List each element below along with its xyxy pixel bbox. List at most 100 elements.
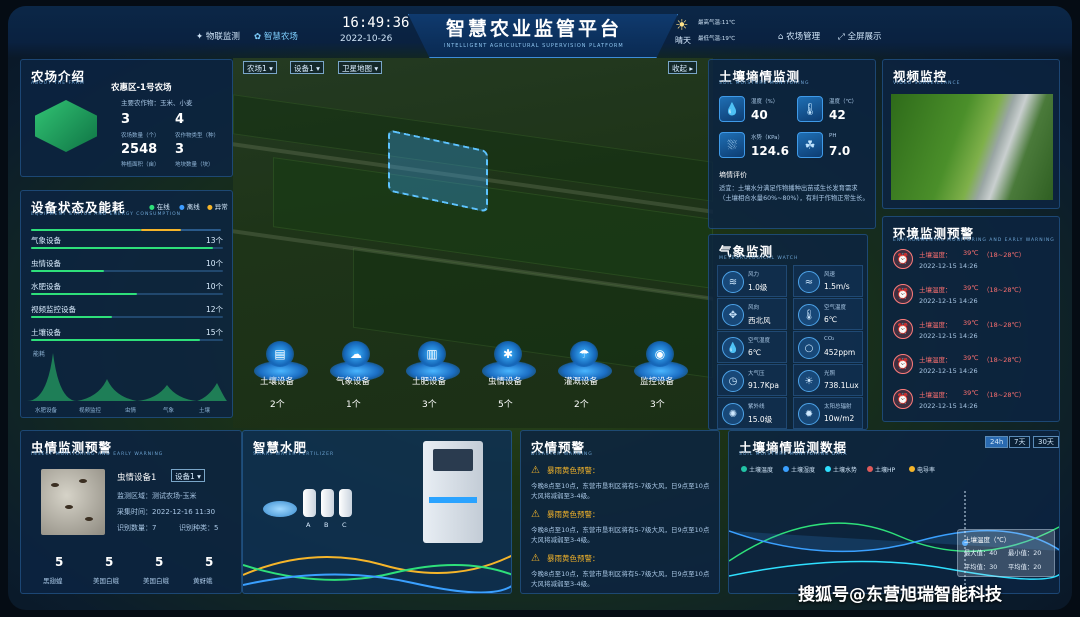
pressure-icon: ◷: [722, 370, 744, 392]
weather-metric-value: 452ppm: [824, 348, 856, 357]
map-device-fertilizer[interactable]: ▥ 土肥设备 3个: [406, 341, 460, 410]
legend-swatch: [867, 466, 873, 472]
weather-metric-value: 738.1Lux: [824, 381, 859, 390]
weather-metric: ≋ 风力 1.0级: [717, 265, 787, 297]
pest-photo[interactable]: [41, 469, 105, 535]
device-status-row[interactable]: 水肥设备 10个: [31, 281, 223, 301]
legend-item[interactable]: 土壤HP: [867, 465, 895, 474]
alert-level: 暴雨黄色预警：: [547, 510, 600, 519]
collapse-button[interactable]: 收起 ▸: [668, 61, 698, 74]
legend-online: ● 在线: [149, 203, 170, 211]
legend-swatch: [783, 466, 789, 472]
weather-metric-label: 风力: [748, 272, 760, 278]
farm-select[interactable]: 农场1 ▾: [243, 61, 277, 74]
humidity-icon: 💧: [722, 337, 744, 359]
clock-date: 2022-10-26: [340, 34, 393, 44]
nav-smart-farm[interactable]: ✿ 智慧农场: [254, 30, 298, 42]
weather-metric: 💧 空气湿度 6℃: [717, 331, 787, 363]
device-count: 13个: [205, 236, 223, 245]
fertilizer-machine[interactable]: [423, 441, 483, 543]
nav-iot-monitor[interactable]: ✦ 物联监测: [196, 30, 240, 42]
alert-text: 今晚8点至10点，东营市垦利区将有5-7级大风，日9点至10点大风将减弱至3-4…: [531, 482, 710, 500]
device-status-row[interactable]: 视频监控设备 12个: [31, 304, 223, 324]
weather-label: 晴天: [675, 36, 691, 45]
legend-label: 土壤水势: [833, 467, 858, 474]
dashboard: ✦ 物联监测 ✿ 智慧农场 16:49:36 2022-10-26 智慧农业监管…: [8, 6, 1072, 610]
legend-item[interactable]: 电导率: [909, 465, 935, 474]
tank-c: [339, 489, 352, 517]
tab-7d[interactable]: 7天: [1009, 436, 1031, 448]
tank-b: [321, 489, 334, 517]
radiation-icon: ✹: [798, 403, 820, 425]
pest-label: 黄蚜蛾: [193, 577, 213, 585]
nav-fullscreen[interactable]: ⤢ 全屏展示: [838, 30, 882, 42]
video-feed[interactable]: [891, 94, 1053, 200]
map-device-camera[interactable]: ◉ 监控设备 3个: [634, 341, 688, 410]
ph-icon: ☘: [797, 132, 823, 158]
device-status-row[interactable]: 虫情设备 10个: [31, 258, 223, 278]
map-device-insect[interactable]: ✱ 虫情设备 5个: [482, 341, 536, 410]
weather-metric-value: 1.5m/s: [824, 282, 850, 291]
device-count: 10个: [205, 282, 223, 291]
weather-metric: ◷ 大气压 91.7Kpa: [717, 364, 787, 396]
legend-error: ● 异常: [207, 203, 228, 211]
legend-item[interactable]: 土壤湿度: [783, 465, 815, 474]
clock-time: 16:49:36: [342, 15, 410, 31]
env-alert-range: （18~28℃）: [983, 321, 1026, 329]
device-select[interactable]: 设备1 ▾: [290, 61, 324, 74]
compass-icon: ✥: [722, 304, 744, 326]
soil-data-panel: 土壤墒情监测数据 SOIL MOISTURE MONITORING DATA 2…: [728, 430, 1060, 594]
map-type-select[interactable]: 卫星地图 ▾: [338, 61, 383, 74]
device-status-row[interactable]: 气象设备 13个: [31, 235, 223, 255]
farm-3d-icon: [35, 100, 97, 152]
legend-item[interactable]: 土壤温度: [741, 465, 773, 474]
alert-level: 暴雨黄色预警：: [547, 466, 600, 475]
legend-label: 电导率: [917, 467, 936, 474]
device-progress-fill: [31, 293, 137, 295]
device-name: 水肥设备: [31, 282, 61, 291]
map-device-soil[interactable]: ▤ 土壤设备 2个: [254, 341, 308, 410]
map-device-irrigation[interactable]: ☂ 灌溉设备 2个: [558, 341, 612, 410]
weather-metric-label: 太阳总辐射: [824, 404, 852, 410]
pest-monitor-panel: 虫情监测预警 INSECT MONITORING AND EARLY WARNI…: [20, 430, 242, 594]
map-device-weather[interactable]: ☁ 气象设备 1个: [330, 341, 384, 410]
device-count: 15个: [205, 328, 223, 337]
legend-item[interactable]: 土壤水势: [825, 465, 857, 474]
alarm-icon: ⏰: [893, 319, 913, 339]
fertilizer-waves: [243, 554, 511, 593]
env-alert-value: 39℃: [963, 284, 979, 292]
env-alert-date: 2022-12-15 14:26: [919, 402, 978, 410]
water-basin: [263, 501, 297, 517]
nav-farm-manage[interactable]: ⌂ 农场管理: [778, 30, 820, 42]
env-alert-range: （18~28℃）: [983, 251, 1026, 259]
pest-device-select[interactable]: 设备1 ▾: [171, 469, 205, 482]
legend-label: 土壤湿度: [791, 467, 816, 474]
uv-icon: ✺: [722, 403, 744, 425]
device-status-row[interactable]: 土壤设备 15个: [31, 327, 223, 347]
alert-text: 今晚8点至10点，东营市垦利区将有5-7级大风，日9点至10点大风将减弱至3-4…: [531, 526, 710, 544]
weather-metric: ○ CO₂ 452ppm: [793, 331, 863, 363]
pest-count: 5: [205, 555, 214, 569]
soil-icon: ▤: [266, 341, 294, 367]
alarm-icon: ⏰: [893, 249, 913, 269]
legend-label: 土壤温度: [749, 467, 774, 474]
alarm-icon: ⏰: [893, 354, 913, 374]
fertilizer-panel: 智慧水肥 SMART WATER FERTILIZER A B C: [242, 430, 512, 594]
soil-panel: 土壤墒情监测 SOIL MOISTURE MONITORING 💧 湿度（%） …: [708, 59, 876, 229]
env-alert-date: 2022-12-15 14:26: [919, 297, 978, 305]
warning-icon: ⚠: [531, 509, 540, 520]
tab-24h[interactable]: 24h: [985, 436, 1009, 448]
weather-metric-label: 光照: [824, 371, 836, 377]
warning-icon: ⚠: [531, 465, 540, 476]
weather-metric-value: 15.0级: [748, 415, 773, 424]
env-alert-label: 土壤温度：: [919, 391, 952, 399]
water-potential-icon: ⛆: [719, 132, 745, 158]
legend-offline: ● 离线: [179, 203, 200, 211]
env-alert-label: 土壤温度：: [919, 251, 952, 259]
device-status-panel: 设备状态及能耗 EQUIPMENT STATUS AND ENERGY CONS…: [20, 190, 233, 418]
pest-label: 美国白蛾: [93, 577, 119, 585]
farm-intro-panel: 农场介绍 ABOUT THE FARM 农惠区-1号农场 主要农作物：玉米、小麦…: [20, 59, 233, 177]
pest-label: 美国白蛾: [143, 577, 169, 585]
tab-30d[interactable]: 30天: [1033, 436, 1059, 448]
weather-metric-label: 紫外线: [748, 404, 765, 410]
